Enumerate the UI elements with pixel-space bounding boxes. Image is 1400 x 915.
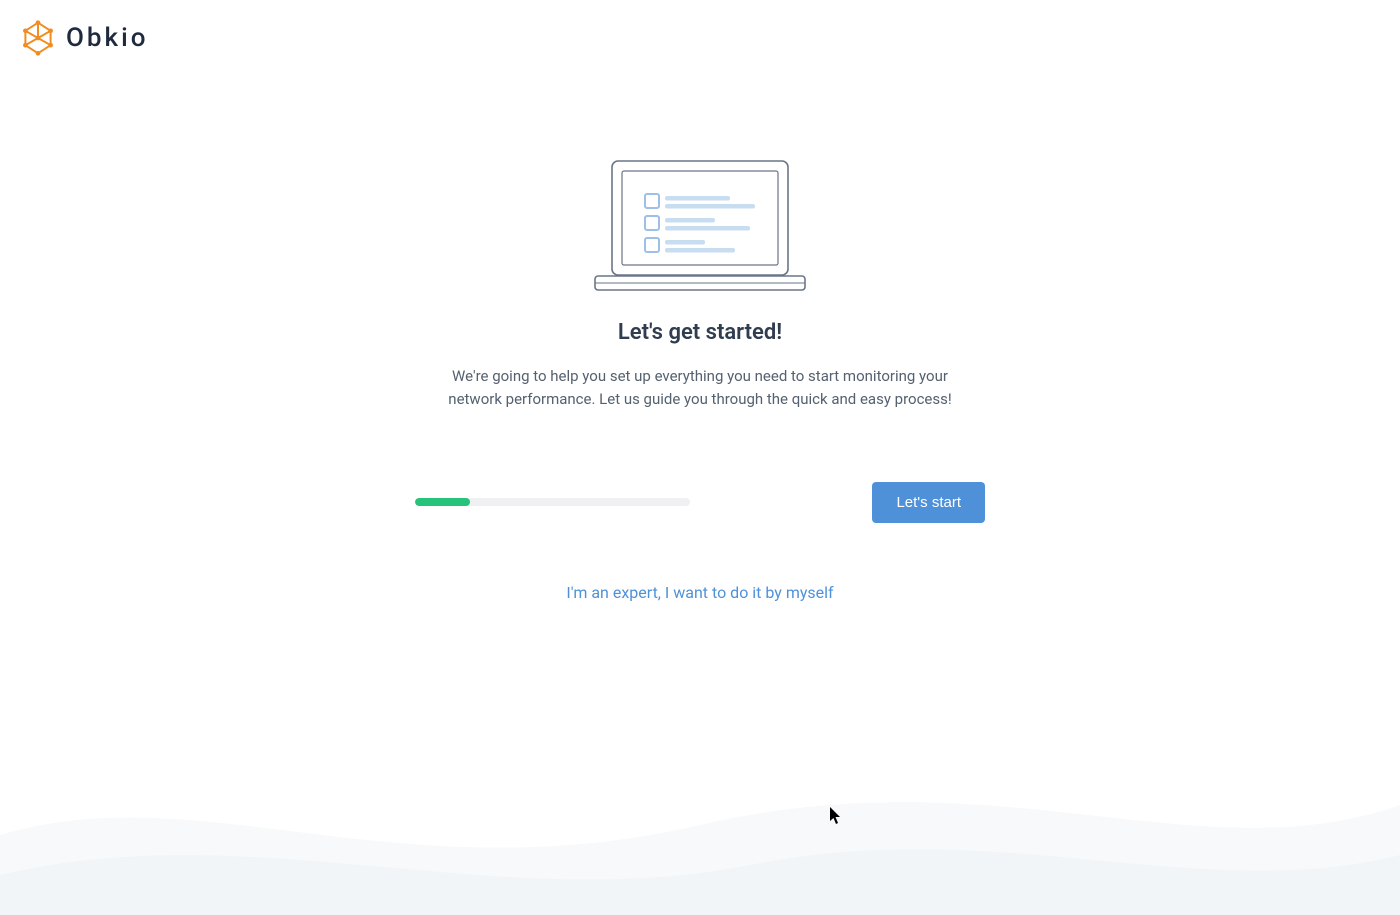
background-wave-decoration [0, 715, 1400, 915]
onboarding-description: We're going to help you set up everythin… [435, 365, 965, 412]
onboarding-main: Let's get started! We're going to help y… [0, 76, 1400, 602]
onboarding-heading: Let's get started! [618, 320, 782, 345]
action-row: Let's start [415, 482, 985, 523]
progress-bar [415, 498, 690, 506]
laptop-illustration-icon [590, 156, 810, 296]
brand-logo-wrap[interactable]: Obkio [20, 20, 148, 56]
app-header: Obkio [0, 0, 1400, 76]
lets-start-button[interactable]: Let's start [872, 482, 985, 523]
brand-logo-icon [20, 20, 56, 56]
mouse-cursor-icon [830, 807, 842, 825]
progress-fill [415, 498, 470, 506]
brand-name: Obkio [66, 23, 148, 53]
expert-mode-link[interactable]: I'm an expert, I want to do it by myself [566, 583, 833, 602]
